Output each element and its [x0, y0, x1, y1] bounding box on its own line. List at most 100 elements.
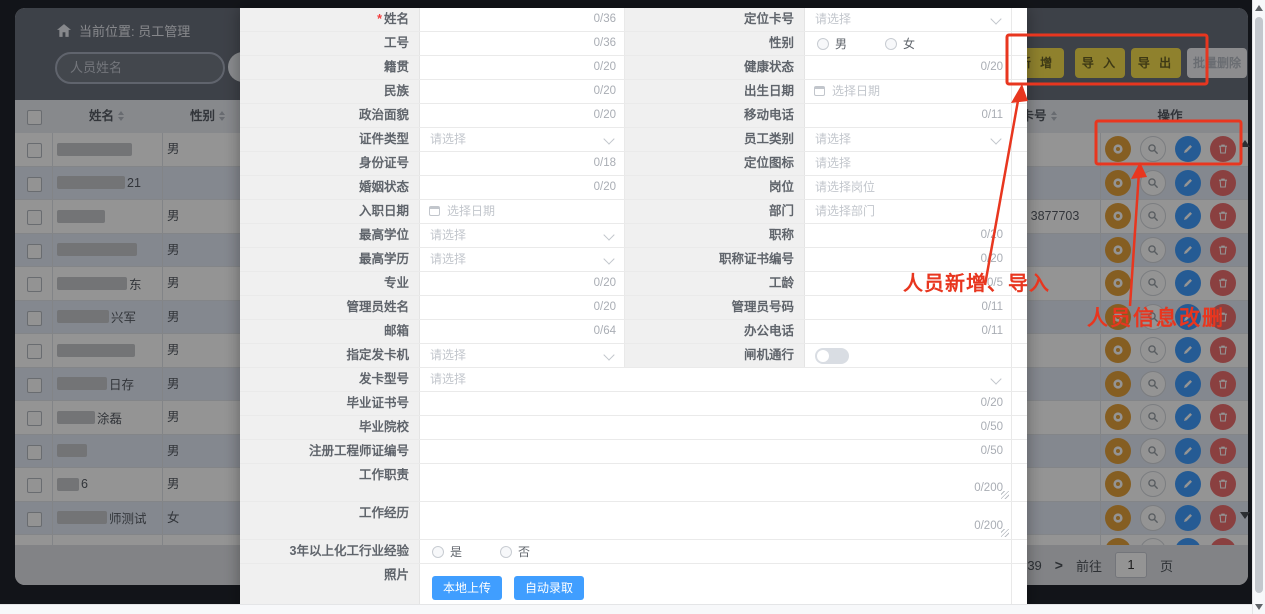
form-row: *姓名0/36定位卡号请选择 — [240, 8, 1027, 32]
gender-radio[interactable]: 男女 — [805, 32, 1012, 55]
duties-textarea[interactable]: 0/200 — [420, 464, 1012, 501]
name-input[interactable]: 0/36 — [420, 8, 625, 31]
degree-select[interactable]: 请选择 — [420, 224, 625, 247]
char-counter: 0/200 — [974, 482, 1003, 494]
admin-number-input[interactable]: 0/11 — [805, 296, 1012, 319]
marital-status-input[interactable]: 0/20 — [420, 176, 625, 199]
field-label: 工龄 — [625, 272, 805, 295]
char-counter: 0/20 — [981, 248, 1003, 271]
major-input[interactable]: 0/20 — [420, 272, 625, 295]
form-row: 专业0/20工龄 0/5 — [240, 272, 1027, 296]
toggle-knob — [817, 350, 829, 362]
form-row: 最高学历请选择职称证书编号0/20 — [240, 248, 1027, 272]
placeholder-text: 请选择 — [430, 368, 466, 391]
form-row: 证件类型请选择员工类别请选择 — [240, 128, 1027, 152]
form-row: 政治面貌0/20移动电话0/11 — [240, 104, 1027, 128]
gate-access-toggle[interactable] — [805, 344, 1012, 367]
locator-card-select[interactable]: 请选择 — [805, 8, 1012, 31]
char-counter: 0/11 — [981, 104, 1003, 127]
char-counter: 0/36 — [594, 8, 616, 31]
employee-type-select[interactable]: 请选择 — [805, 128, 1012, 151]
form-row: 工号0/36性别男女 — [240, 32, 1027, 56]
card-issuer-select[interactable]: 请选择 — [420, 344, 625, 367]
char-counter: 0/50 — [981, 416, 1003, 439]
admin-name-input[interactable]: 0/20 — [420, 296, 625, 319]
engineer-cert-no-input[interactable]: 0/50 — [420, 440, 1012, 463]
form-row: 指定发卡机请选择闸机通行 — [240, 344, 1027, 368]
field-label: 工作职责 — [240, 464, 420, 501]
field-label: 注册工程师证编号 — [240, 440, 420, 463]
placeholder-text: 请选择 — [430, 248, 466, 271]
vertical-scrollbar[interactable] — [1252, 0, 1265, 614]
experience-textarea[interactable]: 0/200 — [420, 502, 1012, 539]
scroll-down-icon[interactable] — [1255, 604, 1263, 610]
toggle-switch[interactable] — [815, 348, 849, 364]
vertical-scrollbar-thumb[interactable] — [1255, 17, 1263, 593]
form-row: 工作职责 0/200 — [240, 464, 1027, 502]
hire-date-picker[interactable]: 选择日期 — [420, 200, 625, 223]
chevron-down-icon — [603, 229, 614, 240]
field-label: 性别 — [625, 32, 805, 55]
locator-icon-select[interactable]: 请选择 — [805, 152, 1012, 175]
title-cert-no-input[interactable]: 0/20 — [805, 248, 1012, 271]
char-counter: 0/200 — [974, 520, 1003, 532]
gender-radio-option[interactable]: 男 — [817, 32, 847, 55]
field-label: 最高学历 — [240, 248, 420, 271]
field-label: 出生日期 — [625, 80, 805, 103]
school-input[interactable]: 0/50 — [420, 416, 1012, 439]
birth-date-picker[interactable]: 选择日期 — [805, 80, 1012, 103]
field-label: 最高学位 — [240, 224, 420, 247]
chevron-down-icon — [603, 133, 614, 144]
resize-handle-icon[interactable] — [1001, 491, 1009, 499]
placeholder-text: 请选择 — [815, 152, 851, 175]
resize-handle-icon[interactable] — [1001, 529, 1009, 537]
form-row: 婚姻状态0/20岗位请选择岗位 — [240, 176, 1027, 200]
scroll-up-icon[interactable] — [1255, 5, 1263, 11]
native-place-input[interactable]: 0/20 — [420, 56, 625, 79]
form-row: 3年以上化工行业经验是否 — [240, 540, 1027, 564]
mobile-phone-input[interactable]: 0/11 — [805, 104, 1012, 127]
auto-capture-button[interactable]: 自动录取 — [514, 576, 584, 600]
field-label: 岗位 — [625, 176, 805, 199]
email-input[interactable]: 0/64 — [420, 320, 625, 343]
char-counter: 0/64 — [594, 320, 616, 343]
field-label: 政治面貌 — [240, 104, 420, 127]
post-select[interactable]: 请选择岗位 — [805, 176, 1012, 199]
political-status-input[interactable]: 0/20 — [420, 104, 625, 127]
local-upload-button[interactable]: 本地上传 — [432, 576, 502, 600]
field-label: 婚姻状态 — [240, 176, 420, 199]
form-row: 工作经历0/200 — [240, 502, 1027, 540]
ethnicity-input[interactable]: 0/20 — [420, 80, 625, 103]
field-label: 办公电话 — [625, 320, 805, 343]
calendar-icon — [429, 206, 440, 216]
char-counter: 0/20 — [981, 224, 1003, 247]
chem-experience-radio-option[interactable]: 否 — [500, 540, 530, 563]
diploma-no-input[interactable]: 0/20 — [420, 392, 1012, 415]
char-counter: 0/20 — [594, 296, 616, 319]
employee-no-input[interactable]: 0/36 — [420, 32, 625, 55]
department-select[interactable]: 请选择部门 — [805, 200, 1012, 223]
char-counter: 0/5 — [987, 272, 1003, 295]
health-status-input[interactable]: 0/20 — [805, 56, 1012, 79]
office-phone-input[interactable]: 0/11 — [805, 320, 1012, 343]
form-row: 毕业院校0/50 — [240, 416, 1027, 440]
field-label: 专业 — [240, 272, 420, 295]
id-number-input[interactable]: 0/18 — [420, 152, 625, 175]
horizontal-scrollbar[interactable] — [0, 604, 1252, 614]
char-counter: 0/11 — [981, 296, 1003, 319]
seniority-input[interactable]: 0/5 — [805, 272, 1012, 295]
education-select[interactable]: 请选择 — [420, 248, 625, 271]
field-label: *姓名 — [240, 8, 420, 31]
placeholder-text: 请选择部门 — [815, 200, 875, 223]
field-label: 籍贯 — [240, 56, 420, 79]
chem-experience-radio-option[interactable]: 是 — [432, 540, 462, 563]
char-counter: 0/20 — [981, 392, 1003, 415]
title-input[interactable]: 0/20 — [805, 224, 1012, 247]
gender-radio-option[interactable]: 女 — [885, 32, 915, 55]
card-model-select[interactable]: 请选择 — [420, 368, 1012, 391]
field-label: 闸机通行 — [625, 344, 805, 367]
chem-experience-radio[interactable]: 是否 — [420, 540, 1012, 563]
id-type-select[interactable]: 请选择 — [420, 128, 625, 151]
field-label: 入职日期 — [240, 200, 420, 223]
form-row: 邮箱0/64办公电话0/11 — [240, 320, 1027, 344]
